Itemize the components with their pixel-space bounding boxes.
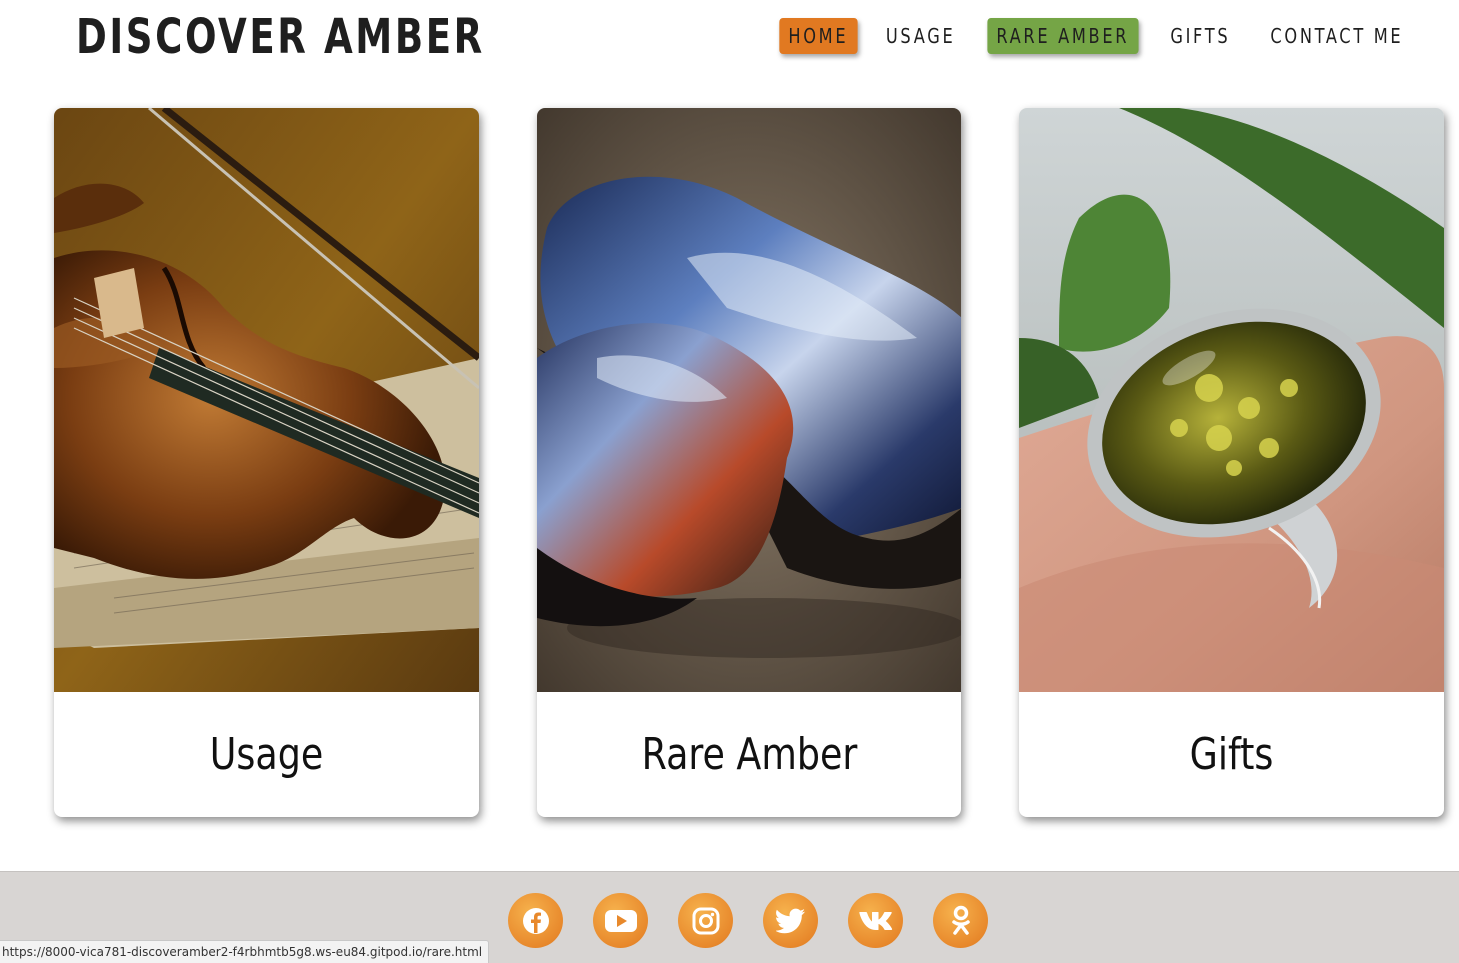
main-nav: HOME USAGE RARE AMBER GIFTS CONTACT ME [775,18,1421,54]
card-rare-amber[interactable]: Rare Amber [537,108,961,817]
card-usage[interactable]: Usage [54,108,479,817]
card-gifts[interactable]: Gifts [1019,108,1444,817]
social-links [508,893,988,948]
site-logo-title[interactable]: DISCOVER AMBER [76,6,485,68]
card-title: Gifts [1189,729,1274,780]
twitter-icon[interactable] [763,893,818,948]
odnoklassniki-icon[interactable] [933,893,988,948]
browser-status-url: https://8000-vica781-discoveramber2-f4rb… [0,940,490,963]
nav-home[interactable]: HOME [779,18,858,54]
facebook-icon[interactable] [508,893,563,948]
vk-icon[interactable] [848,893,903,948]
nav-contact-me[interactable]: CONTACT ME [1262,18,1413,54]
youtube-icon[interactable] [593,893,648,948]
instagram-icon[interactable] [678,893,733,948]
site-header: DISCOVER AMBER HOME USAGE RARE AMBER GIF… [0,0,1459,80]
nav-gifts[interactable]: GIFTS [1161,18,1239,54]
card-title: Rare Amber [641,729,858,780]
card-title: Usage [209,729,324,780]
blue-amber-image [537,108,961,692]
nav-rare-amber[interactable]: RARE AMBER [987,18,1139,54]
violin-image [54,108,479,692]
amber-ring-image [1019,108,1444,692]
nav-usage[interactable]: USAGE [877,18,965,54]
